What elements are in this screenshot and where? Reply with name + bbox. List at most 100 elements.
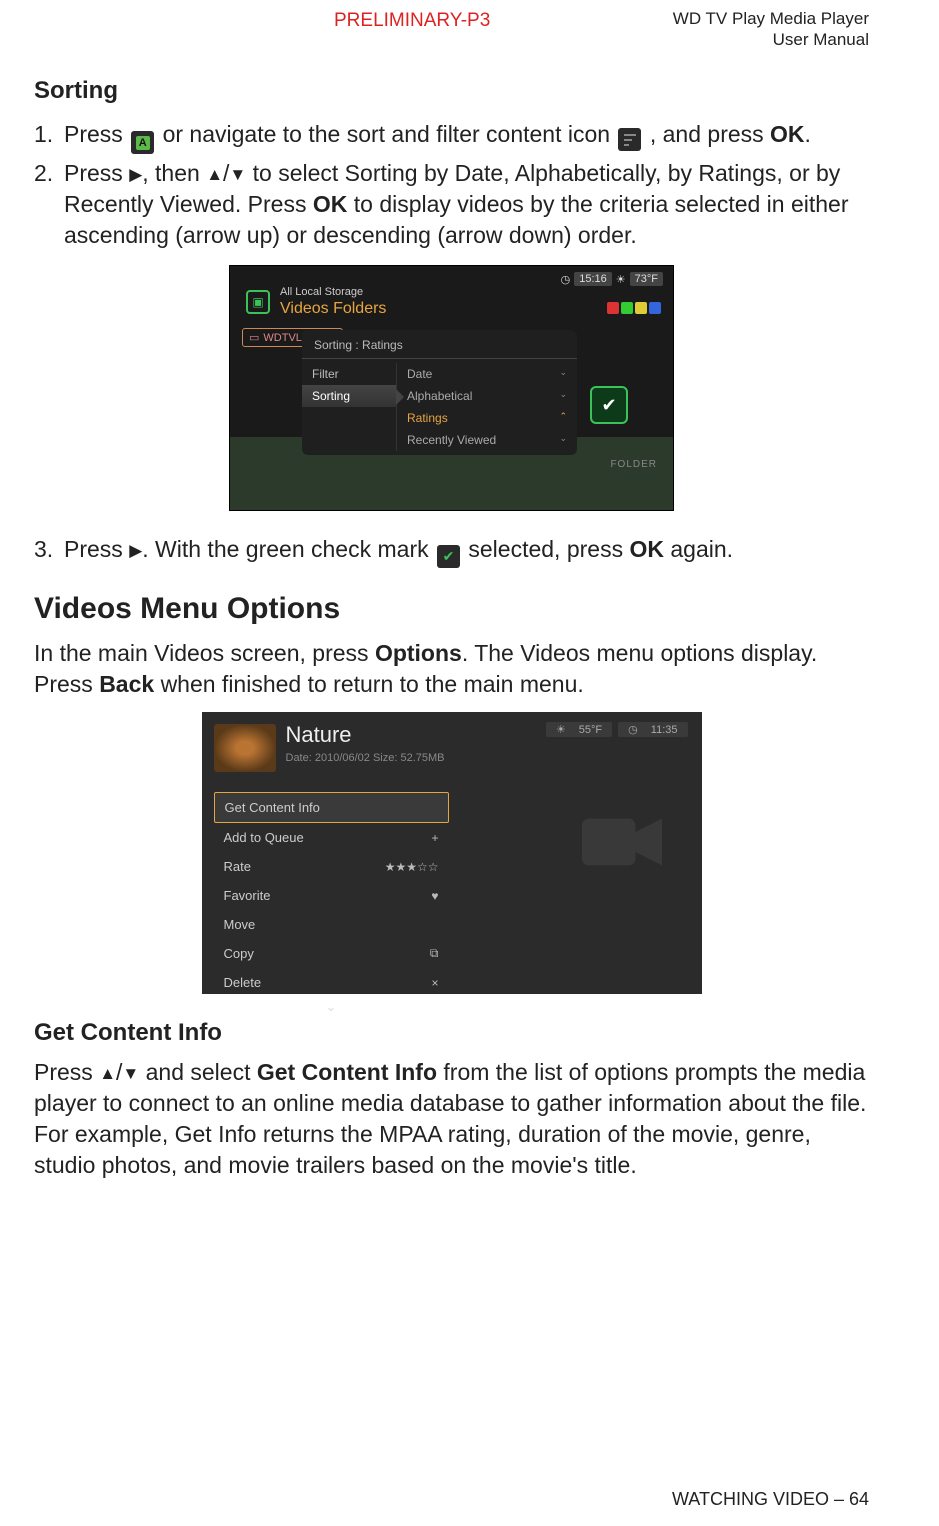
label: Favorite (224, 888, 271, 903)
chevron-down-icon: ⌄ (559, 389, 567, 403)
screenshot-options-menu: Nature Date: 2010/06/02 Size: 52.75MB ☀ … (202, 712, 702, 994)
yellow-button-icon (635, 302, 647, 314)
color-buttons (607, 302, 661, 314)
heading-sorting: Sorting (34, 77, 869, 105)
remote-a-button-icon (131, 131, 154, 154)
stars-icon: ★★★☆☆ (385, 860, 439, 874)
sort-option-recent: Recently Viewed⌄ (397, 429, 577, 451)
sort-option-ratings: Ratings ⌃ (397, 407, 577, 429)
weather-icon: ☀ (616, 273, 626, 286)
text: In the main Videos screen, press (34, 640, 369, 666)
option-copy: Copy⧉ (214, 939, 449, 968)
text-bold: OK (770, 121, 805, 147)
sort-option-alpha: Alphabetical ⌄ (397, 385, 577, 407)
text: Press (34, 1059, 93, 1085)
preliminary-stamp: PRELIMINARY-P3 (334, 10, 490, 32)
step-3-body: Press ▶. With the green check mark ✔ sel… (64, 534, 869, 568)
clock-icon: ◷ (561, 273, 571, 286)
red-button-icon (607, 302, 619, 314)
text: Press (64, 160, 123, 186)
menu-title: Sorting : Ratings (302, 338, 577, 358)
label: Date (407, 367, 432, 381)
screenshot-sorting-menu: ◷ 15:16 ☀ 73°F ▣ All Local Storage Video… (229, 265, 674, 511)
step-1-body: Press or navigate to the sort and filter… (64, 119, 869, 155)
option-get-content-info: Get Content Info (214, 792, 449, 823)
video-thumbnail (214, 724, 276, 772)
label: Ratings (407, 411, 448, 425)
menu-filter: Filter (302, 363, 396, 385)
label: Rate (224, 859, 251, 874)
up-arrow-icon: ▲ (99, 1064, 116, 1083)
close-icon: × (431, 976, 438, 990)
text: and select (146, 1059, 251, 1085)
folders-label: Videos Folders (280, 300, 386, 318)
step-number-1: 1. (34, 119, 64, 155)
device-icon: ▭ (249, 331, 259, 344)
menu-sorting-selected: Sorting (302, 385, 396, 407)
sort-filter-icon (618, 128, 641, 151)
heading-videos-menu-options: Videos Menu Options (34, 592, 869, 626)
video-title: Nature (286, 722, 352, 748)
text: Press (64, 121, 123, 147)
folder-label: FOLDER (610, 459, 657, 470)
plus-icon: + (431, 831, 438, 845)
sort-option-date: Date ⌄ (397, 363, 577, 385)
text-bold: OK (313, 191, 348, 217)
sort-filter-menu: Sorting : Ratings Filter Sorting Date ⌄ A… (302, 330, 577, 455)
text-bold: Back (99, 671, 154, 697)
status-bar: ☀ 55°F ◷ 11:35 (546, 722, 688, 737)
option-move: Move (214, 910, 449, 939)
check-icon: ✔ (437, 545, 460, 568)
time-value: 15:16 (574, 272, 612, 286)
text: . (805, 121, 811, 147)
temp-value: 55°F (574, 723, 607, 737)
doc-type: User Manual (673, 29, 869, 50)
status-bar: ◷ 15:16 ☀ 73°F (561, 272, 663, 286)
chevron-up-icon: ⌃ (559, 411, 567, 425)
step-2-body: Press ▶, then ▲/▼ to select Sorting by D… (64, 158, 869, 251)
step-number-2: 2. (34, 158, 64, 251)
label: Recently Viewed (407, 433, 496, 447)
text: selected, press (468, 536, 623, 562)
label: Move (224, 917, 256, 932)
temp-value: 73°F (630, 272, 663, 286)
blue-button-icon (649, 302, 661, 314)
green-check-button: ✔ (590, 386, 628, 424)
chevron-down-icon: ⌄ (559, 367, 567, 381)
option-rate: Rate ★★★☆☆ (214, 852, 449, 881)
time-pill: ◷ 11:35 (618, 722, 687, 737)
time-value: 11:35 (646, 723, 683, 737)
label: Get Content Info (225, 800, 320, 815)
divider (302, 358, 577, 359)
right-arrow-icon: ▶ (129, 541, 142, 560)
text: again. (670, 536, 733, 562)
get-content-info-body: Press ▲/▼ and select Get Content Info fr… (34, 1057, 869, 1181)
video-icon (582, 812, 662, 872)
label: Delete (224, 975, 262, 990)
video-meta: Date: 2010/06/02 Size: 52.75MB (286, 752, 445, 764)
heading-get-content-info: Get Content Info (34, 1019, 869, 1047)
down-arrow-icon: ▼ (122, 1064, 139, 1083)
right-arrow-icon: ▶ (129, 165, 142, 184)
option-delete: Delete × (214, 968, 449, 997)
clock-icon: ◷ (623, 723, 646, 737)
options-intro: In the main Videos screen, press Options… (34, 638, 869, 700)
text: . With the green check mark (142, 536, 428, 562)
step-number-3: 3. (34, 534, 64, 568)
copy-icon: ⧉ (430, 946, 439, 961)
text-bold: OK (629, 536, 664, 562)
text: when finished to return to the main menu… (161, 671, 584, 697)
option-add-to-queue: Add to Queue+ (214, 823, 449, 852)
text: or navigate to the sort and filter conte… (163, 121, 611, 147)
product-name: WD TV Play Media Player (673, 8, 869, 29)
heart-icon: ♥ (431, 889, 438, 903)
label: Alphabetical (407, 389, 472, 403)
text-bold: Get Content Info (257, 1059, 437, 1085)
down-arrow-icon: ▼ (229, 165, 246, 184)
text: , then (142, 160, 200, 186)
up-arrow-icon: ▲ (206, 165, 223, 184)
temp-pill: ☀ 55°F (546, 722, 612, 737)
text: , and press (650, 121, 764, 147)
options-list: Get Content Info Add to Queue+ Rate ★★★☆☆… (214, 792, 449, 1015)
camera-icon: ▣ (246, 290, 270, 314)
